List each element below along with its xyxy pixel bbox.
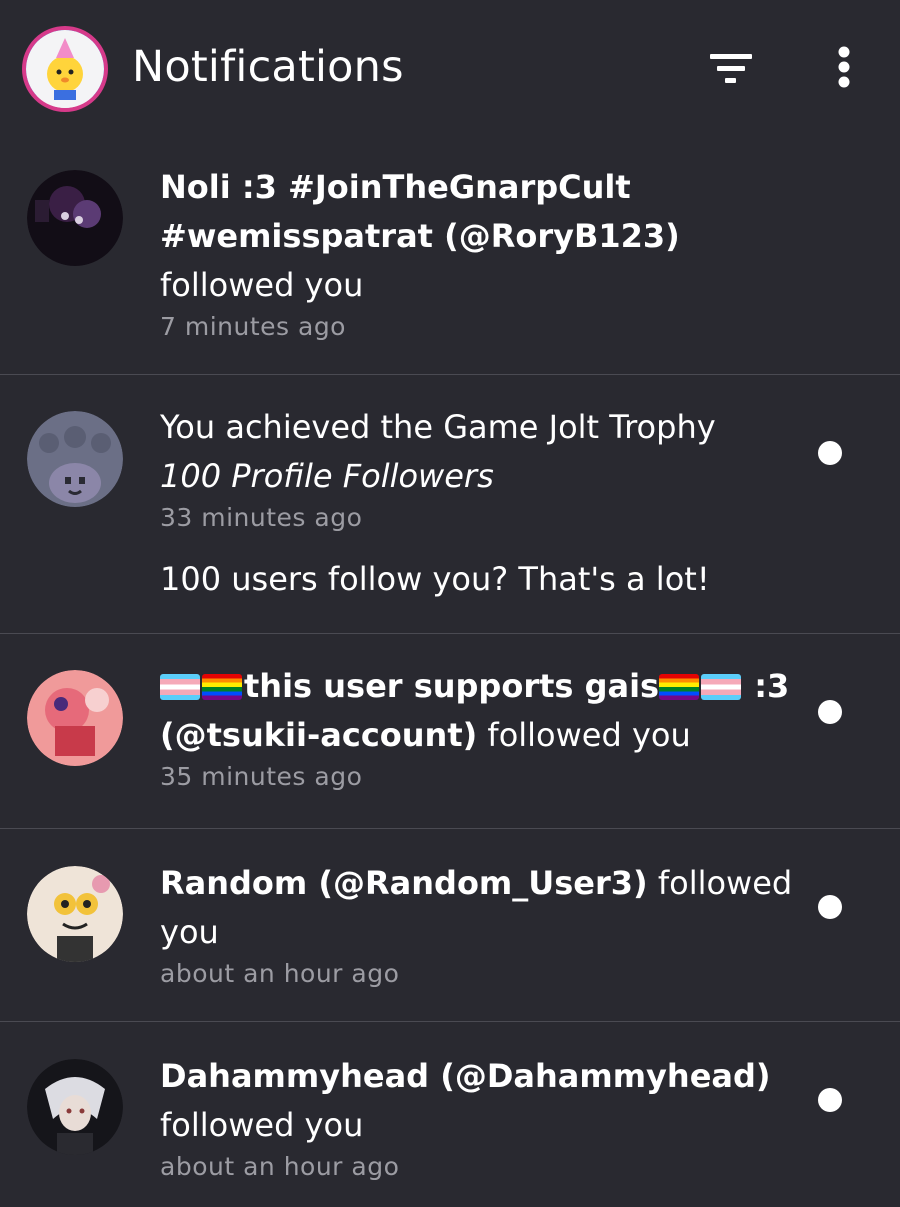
notification-content: Dahammyhead (@Dahammyhead) followed you …: [160, 1052, 790, 1184]
trophy-name[interactable]: 100 Profile Followers: [160, 452, 790, 501]
unread-indicator: [818, 895, 842, 919]
notification-item[interactable]: Random (@Random_User3) followed you abou…: [0, 829, 900, 1022]
trophy-avatar[interactable]: [27, 411, 123, 507]
avatar-image: [27, 866, 123, 962]
avatar-image: [27, 170, 123, 266]
notification-item[interactable]: Dahammyhead (@Dahammyhead) followed you …: [0, 1022, 900, 1207]
app-header: Notifications: [0, 0, 900, 140]
notification-content: Noli :3 #JoinTheGnarpCult #wemisspatrat …: [160, 163, 790, 344]
trophy-description: 100 users follow you? That's a lot!: [160, 560, 710, 598]
timestamp: 35 minutes ago: [160, 762, 363, 791]
notification-content: this user supports gais :3 (@tsukii-acco…: [160, 662, 790, 794]
username[interactable]: Random (@Random_User3): [160, 864, 648, 902]
avatar[interactable]: [27, 170, 123, 266]
avatar-image: [26, 30, 104, 108]
notification-item[interactable]: You achieved the Game Jolt Trophy 100 Pr…: [0, 375, 900, 634]
avatar[interactable]: [27, 670, 123, 766]
username[interactable]: Noli :3 #JoinTheGnarpCult: [160, 163, 790, 212]
avatar[interactable]: [27, 1059, 123, 1155]
rainbow-flag-icon: [202, 674, 242, 700]
notification-list: Noli :3 #JoinTheGnarpCult #wemisspatrat …: [0, 140, 900, 1207]
more-vertical-icon: [838, 46, 850, 88]
notification-action: followed you: [160, 1106, 364, 1144]
timestamp: about an hour ago: [160, 959, 400, 988]
notification-action: followed you: [160, 266, 364, 304]
avatar-image: [27, 411, 123, 507]
notification-item[interactable]: Noli :3 #JoinTheGnarpCult #wemisspatrat …: [0, 140, 900, 375]
more-options-button[interactable]: [822, 40, 866, 96]
filter-button[interactable]: [700, 44, 762, 94]
notification-content: Random (@Random_User3) followed you abou…: [160, 859, 793, 991]
notification-content: You achieved the Game Jolt Trophy 100 Pr…: [160, 403, 790, 599]
trans-flag-icon: [701, 674, 742, 700]
avatar-image: [27, 670, 123, 766]
username-continued[interactable]: #wemisspatrat (@RoryB123): [160, 212, 790, 261]
avatar[interactable]: [27, 866, 123, 962]
username[interactable]: Dahammyhead (@Dahammyhead): [160, 1052, 790, 1101]
username-suffix[interactable]: :3: [743, 667, 789, 705]
notification-action: followed: [647, 864, 793, 902]
timestamp: 7 minutes ago: [160, 312, 346, 341]
handle-line: (@tsukii-account) followed you: [160, 711, 790, 760]
unread-indicator: [818, 441, 842, 465]
rainbow-flag-icon: [659, 674, 700, 700]
notification-item[interactable]: this user supports gais :3 (@tsukii-acco…: [0, 634, 900, 829]
timestamp: 33 minutes ago: [160, 503, 363, 532]
filter-icon: [710, 54, 752, 83]
username-line: Random (@Random_User3) followed: [160, 859, 793, 908]
unread-indicator: [818, 700, 842, 724]
username-line[interactable]: this user supports gais :3: [160, 662, 790, 711]
page-title: Notifications: [132, 42, 404, 92]
avatar-image: [27, 1059, 123, 1155]
trophy-message: You achieved the Game Jolt Trophy: [160, 408, 716, 446]
user-handle[interactable]: (@tsukii-account): [160, 716, 477, 754]
username[interactable]: this user supports gais: [244, 667, 659, 705]
trans-flag-icon: [160, 674, 200, 700]
notification-action-continued: you: [160, 913, 219, 951]
user-avatar[interactable]: [22, 26, 108, 112]
notification-action: followed you: [477, 716, 691, 754]
unread-indicator: [818, 1088, 842, 1112]
timestamp: about an hour ago: [160, 1152, 400, 1181]
